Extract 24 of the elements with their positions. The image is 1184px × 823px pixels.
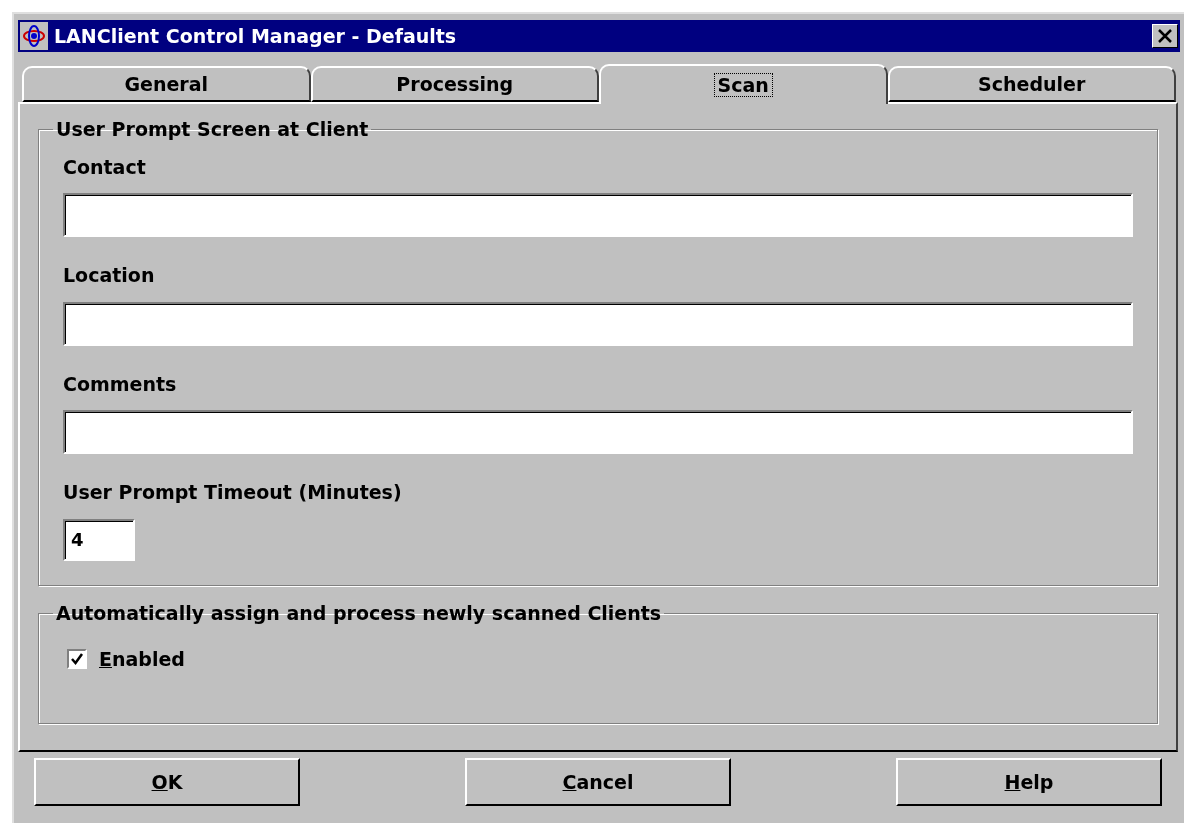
close-button[interactable] [1152,24,1178,48]
tab[interactable]: Scheduler [887,66,1176,102]
close-icon [1157,29,1173,43]
app-icon [20,22,48,50]
input-field[interactable]: 4 [63,518,135,561]
field-label: Contact [63,154,146,180]
tab[interactable]: Processing [310,66,599,102]
checkbox-label[interactable]: Enabled [99,644,185,674]
dialog-button[interactable]: Help [896,758,1162,806]
dialog-button[interactable]: Cancel [465,758,731,806]
tab[interactable]: General [22,66,311,102]
group-title: Automatically assign and process newly scanned Clients [55,601,663,625]
field-label: User Prompt Timeout (Minutes) [63,480,402,506]
field-label: Comments [63,371,177,397]
field-label: Location [63,263,155,289]
input-field[interactable] [63,410,1133,455]
check-icon [70,651,84,666]
input-field[interactable] [63,193,1133,238]
dialog-button[interactable]: OK [34,758,300,806]
window-title: LANClient Control Manager - Defaults [54,23,457,49]
checkbox[interactable] [67,648,87,669]
tab[interactable]: Scan [599,64,888,104]
group-title: User Prompt Screen at Client [55,118,370,141]
input-field[interactable] [63,301,1133,346]
